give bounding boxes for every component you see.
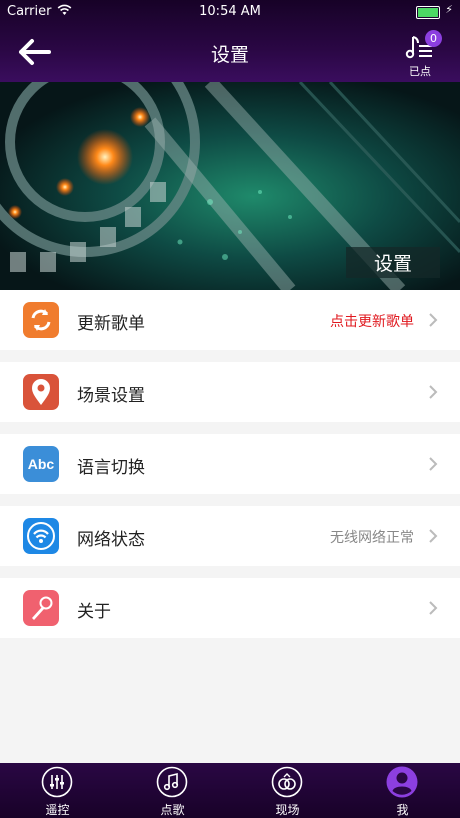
- back-button[interactable]: [18, 38, 58, 68]
- settings-row-label: 更新歌单: [77, 314, 145, 334]
- microphone-icon: [23, 590, 59, 626]
- chevron-right-icon: [429, 457, 438, 471]
- back-arrow-icon: [19, 39, 51, 65]
- settings-row-network[interactable]: 网络状态 无线网络正常: [0, 506, 460, 566]
- tab-label: 点歌: [160, 803, 185, 817]
- svg-text:Abc: Abc: [28, 456, 55, 472]
- top-bar: Carrier 10:54 AM ⚡ 设置 0 已点: [0, 0, 460, 82]
- tab-label: 遥控: [45, 803, 70, 817]
- music-note-icon: [156, 766, 188, 798]
- chevron-right-icon: [429, 385, 438, 399]
- battery-icon: [416, 6, 440, 19]
- settings-row-label: 网络状态: [77, 530, 145, 550]
- tab-me[interactable]: 我: [345, 763, 460, 818]
- status-bar: Carrier 10:54 AM ⚡: [0, 0, 460, 24]
- wifi-icon: [23, 518, 59, 554]
- settings-row-scene[interactable]: 场景设置: [0, 362, 460, 422]
- banner-title: 设置: [345, 247, 440, 278]
- chevron-right-icon: [429, 529, 438, 543]
- tab-label: 我: [396, 803, 409, 817]
- settings-row-about[interactable]: 关于: [0, 578, 460, 638]
- queued-songs-button[interactable]: 0 已点: [398, 30, 442, 78]
- equalizer-icon: [41, 766, 73, 798]
- settings-row-update-songs[interactable]: 更新歌单 点击更新歌单: [0, 290, 460, 350]
- settings-row-label: 语言切换: [77, 458, 145, 478]
- settings-row-label: 场景设置: [77, 386, 145, 406]
- tab-live[interactable]: 现场: [230, 763, 345, 818]
- rings-icon: [271, 766, 303, 798]
- tab-remote[interactable]: 遥控: [0, 763, 115, 818]
- page-title: 设置: [210, 44, 249, 66]
- queue-count-badge: 0: [425, 30, 442, 47]
- abc-icon: Abc: [23, 446, 59, 482]
- tab-label: 现场: [275, 803, 300, 817]
- chevron-right-icon: [429, 601, 438, 615]
- refresh-icon: [23, 302, 59, 338]
- update-songs-value: 点击更新歌单: [330, 314, 414, 330]
- settings-banner: 设置: [0, 82, 460, 290]
- location-pin-icon: [23, 374, 59, 410]
- network-status-value: 无线网络正常: [330, 530, 414, 546]
- settings-row-language[interactable]: Abc 语言切换: [0, 434, 460, 494]
- charging-icon: ⚡: [445, 3, 453, 16]
- queue-label: 已点: [409, 65, 431, 78]
- tab-song-request[interactable]: 点歌: [115, 763, 230, 818]
- settings-row-label: 关于: [77, 602, 111, 622]
- chevron-right-icon: [429, 313, 438, 327]
- status-time: 10:54 AM: [199, 4, 261, 19]
- tab-bar: 遥控 点歌 现场 我: [0, 763, 460, 818]
- user-icon: [386, 766, 418, 798]
